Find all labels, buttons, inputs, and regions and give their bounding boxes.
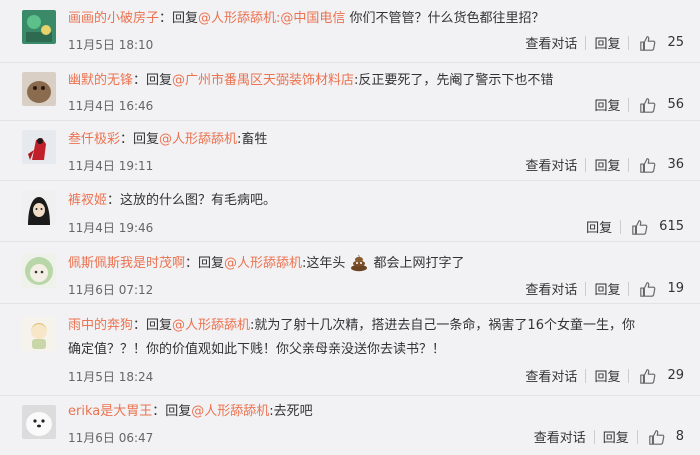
mention-link[interactable]: @广州市番禺区天弼装饰材料店	[172, 73, 354, 88]
comment-item: 叁仟极彩：回复@人形舔舔机:畜牲 11月4日 19:11 查看对话 回复 36	[0, 121, 700, 181]
mention-link[interactable]: @人形舔舔机	[224, 256, 302, 271]
comment-date: 11月4日 19:46	[68, 221, 154, 235]
like-button[interactable]: 29	[629, 367, 684, 385]
comment-list: 画画的小破房子：回复@人形舔舔机:@中国电信 你们不管管？什么货色都往里招？ 1…	[0, 0, 700, 455]
thumbs-up-icon	[648, 429, 665, 445]
poop-emoji-icon	[349, 252, 369, 279]
thumbs-up-icon	[640, 35, 656, 51]
like-button[interactable]: 56	[629, 96, 684, 114]
username-link[interactable]: 画画的小破房子	[68, 11, 159, 26]
like-button[interactable]: 615	[621, 218, 684, 236]
comment-date: 11月6日 07:12	[68, 283, 154, 297]
reply-button[interactable]: 回复	[595, 427, 637, 446]
comment-item: 佩斯佩斯我是时茂啊：回复@人形舔舔机:这年头 都会上网打字了 11月6日 07:1…	[0, 242, 700, 304]
reply-prefix: ：回复	[133, 73, 173, 88]
comment-date: 11月6日 06:47	[68, 431, 154, 445]
avatar[interactable]	[22, 405, 56, 439]
reply-prefix: ：回复	[120, 132, 160, 147]
like-count: 36	[667, 157, 684, 172]
thumbs-up-icon	[632, 219, 648, 235]
comment-text: :这年头	[302, 256, 346, 271]
comment-date: 11月5日 18:10	[68, 38, 154, 52]
like-count: 25	[667, 35, 684, 50]
mention-link[interactable]: @人形舔舔机	[159, 132, 237, 147]
like-count: 19	[667, 281, 684, 296]
view-conversation-button[interactable]: 查看对话	[526, 427, 594, 446]
username-link[interactable]: 裤衩姬	[68, 193, 107, 208]
like-count: 8	[675, 429, 684, 444]
reply-button[interactable]: 回复	[578, 217, 620, 236]
reply-button[interactable]: 回复	[586, 95, 628, 114]
comment-text: 你们不管管？什么货色都往里招？	[345, 11, 545, 26]
thumbs-up-icon	[640, 157, 656, 173]
username-link[interactable]: 叁仟极彩	[68, 132, 120, 147]
like-count: 29	[667, 368, 684, 383]
mention-link[interactable]: @人形舔舔机	[172, 318, 250, 333]
avatar[interactable]	[22, 317, 56, 351]
reply-prefix: ：回复	[133, 318, 173, 333]
comment-item: erika是大胃王：回复@人形舔舔机:去死吧 11月6日 06:47 查看对话 …	[0, 396, 700, 455]
avatar[interactable]	[22, 254, 56, 288]
avatar[interactable]	[22, 72, 56, 106]
comment-text: :去死吧	[269, 404, 313, 419]
reply-button[interactable]: 回复	[586, 33, 628, 52]
comment-text-continued: 都会上网打字了	[373, 256, 465, 271]
comment-item: 雨中的奔狗：回复@人形舔舔机:就为了射十几次精，搭进去自己一条命，祸害了16个女…	[0, 304, 700, 396]
like-button[interactable]: 36	[629, 156, 684, 174]
username-link[interactable]: erika是大胃王	[68, 404, 152, 419]
like-button[interactable]: 8	[638, 428, 684, 446]
comment-date: 11月4日 19:11	[68, 159, 154, 173]
reply-button[interactable]: 回复	[586, 279, 628, 298]
username-link[interactable]: 幽默的无锋	[68, 73, 133, 88]
view-conversation-button[interactable]: 查看对话	[517, 366, 585, 385]
comment-text: :反正要死了，先阉了警示下也不错	[354, 73, 554, 88]
reply-prefix: ：回复	[159, 11, 199, 26]
comment-text: ：这放的什么图？有毛病吧。	[107, 193, 277, 208]
comment-item: 幽默的无锋：回复@广州市番禺区天弼装饰材料店:反正要死了，先阉了警示下也不错 1…	[0, 63, 700, 121]
comment-text: :就为了射十几次精，搭进去自己一条命，祸害了16个女童一生，你	[250, 318, 635, 333]
like-count: 615	[659, 219, 684, 234]
comment-text: :畜牲	[237, 132, 268, 147]
avatar[interactable]	[22, 130, 56, 164]
like-button[interactable]: 25	[629, 34, 684, 52]
avatar[interactable]	[22, 191, 56, 225]
reply-button[interactable]: 回复	[586, 366, 628, 385]
comment-date: 11月4日 16:46	[68, 99, 154, 113]
avatar[interactable]	[22, 10, 56, 44]
thumbs-up-icon	[640, 97, 656, 113]
mention-link[interactable]: @人形舔舔机	[191, 404, 269, 419]
comment-date: 11月5日 18:24	[68, 370, 154, 384]
reply-prefix: ：回复	[185, 256, 225, 271]
view-conversation-button[interactable]: 查看对话	[517, 279, 585, 298]
view-conversation-button[interactable]: 查看对话	[517, 155, 585, 174]
view-conversation-button[interactable]: 查看对话	[517, 33, 585, 52]
mention-link[interactable]: @人形舔舔机:@中国电信	[198, 11, 345, 26]
username-link[interactable]: 佩斯佩斯我是时茂啊	[68, 256, 185, 271]
like-button[interactable]: 19	[629, 280, 684, 298]
reply-button[interactable]: 回复	[586, 155, 628, 174]
reply-prefix: ：回复	[152, 404, 192, 419]
comment-text-line2: 确定值？？！你的价值观如此下贱！你父亲母亲没送你去读书？！	[68, 342, 446, 357]
comment-item: 画画的小破房子：回复@人形舔舔机:@中国电信 你们不管管？什么货色都往里招？ 1…	[0, 0, 700, 63]
thumbs-up-icon	[640, 281, 656, 297]
username-link[interactable]: 雨中的奔狗	[68, 318, 133, 333]
thumbs-up-icon	[640, 368, 656, 384]
comment-item: 裤衩姬：这放的什么图？有毛病吧。 11月4日 19:46 回复 615	[0, 181, 700, 242]
like-count: 56	[667, 97, 684, 112]
